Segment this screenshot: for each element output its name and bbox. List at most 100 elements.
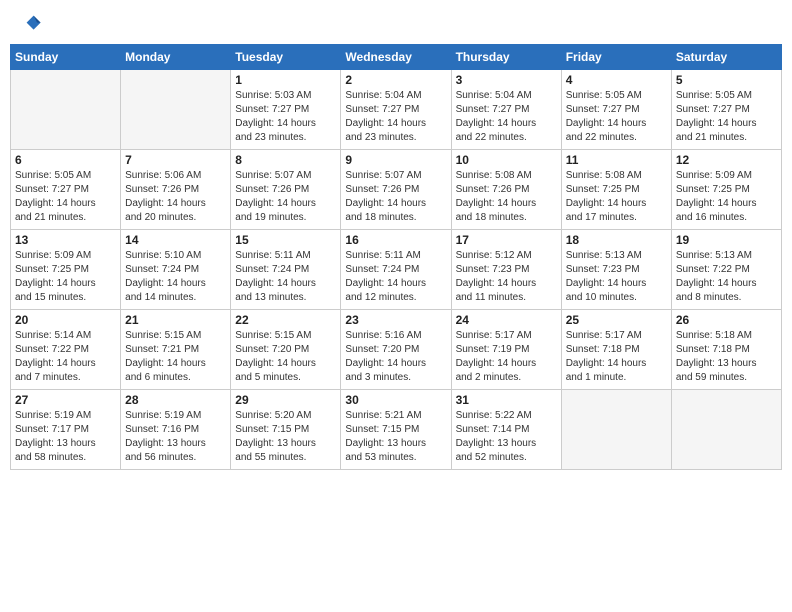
day-info: Sunrise: 5:16 AM Sunset: 7:20 PM Dayligh… <box>345 329 446 385</box>
calendar-cell: 13 Sunrise: 5:09 AM Sunset: 7:25 PM Dayli… <box>11 230 121 310</box>
day-number: 14 <box>125 233 226 247</box>
day-number: 9 <box>345 153 446 167</box>
day-info: Sunrise: 5:11 AM Sunset: 7:24 PM Dayligh… <box>235 249 336 305</box>
calendar-cell: 4Sunrise: 5:05 AM Sunset: 7:27 PM Daylig… <box>561 70 671 150</box>
day-number: 23 <box>345 313 446 327</box>
calendar-cell: 24 Sunrise: 5:17 AM Sunset: 7:19 PM Dayli… <box>451 310 561 390</box>
day-info: Sunrise: 5:04 AM Sunset: 7:27 PM Dayligh… <box>345 89 446 145</box>
logo-icon <box>14 10 42 38</box>
calendar-header-sunday: Sunday <box>11 45 121 70</box>
calendar-week-3: 13 Sunrise: 5:09 AM Sunset: 7:25 PM Dayli… <box>11 230 782 310</box>
calendar-cell: 31Sunrise: 5:22 AM Sunset: 7:14 PM Dayli… <box>451 390 561 470</box>
day-number: 19 <box>676 233 777 247</box>
calendar-cell: 22Sunrise: 5:15 AM Sunset: 7:20 PM Dayli… <box>231 310 341 390</box>
calendar-header-wednesday: Wednesday <box>341 45 451 70</box>
day-info: Sunrise: 5:08 AM Sunset: 7:25 PM Dayligh… <box>566 169 667 225</box>
calendar-week-5: 27 Sunrise: 5:19 AM Sunset: 7:17 PM Dayli… <box>11 390 782 470</box>
calendar-cell: 16 Sunrise: 5:11 AM Sunset: 7:24 PM Dayli… <box>341 230 451 310</box>
day-number: 24 <box>456 313 557 327</box>
calendar-cell: 6 Sunrise: 5:05 AM Sunset: 7:27 PM Daylig… <box>11 150 121 230</box>
day-number: 11 <box>566 153 667 167</box>
day-number: 2 <box>345 73 446 87</box>
day-info: Sunrise: 5:19 AM Sunset: 7:16 PM Dayligh… <box>125 409 226 465</box>
calendar-cell: 28 Sunrise: 5:19 AM Sunset: 7:16 PM Dayli… <box>121 390 231 470</box>
day-number: 17 <box>456 233 557 247</box>
day-number: 21 <box>125 313 226 327</box>
calendar-cell: 15 Sunrise: 5:11 AM Sunset: 7:24 PM Dayli… <box>231 230 341 310</box>
day-info: Sunrise: 5:21 AM Sunset: 7:15 PM Dayligh… <box>345 409 446 465</box>
day-info: Sunrise: 5:11 AM Sunset: 7:24 PM Dayligh… <box>345 249 446 305</box>
day-info: Sunrise: 5:15 AM Sunset: 7:21 PM Dayligh… <box>125 329 226 385</box>
day-number: 1 <box>235 73 336 87</box>
day-info: Sunrise: 5:12 AM Sunset: 7:23 PM Dayligh… <box>456 249 557 305</box>
day-number: 15 <box>235 233 336 247</box>
calendar-cell: 17 Sunrise: 5:12 AM Sunset: 7:23 PM Dayli… <box>451 230 561 310</box>
calendar-cell: 14 Sunrise: 5:10 AM Sunset: 7:24 PM Dayli… <box>121 230 231 310</box>
calendar-week-4: 20Sunrise: 5:14 AM Sunset: 7:22 PM Dayli… <box>11 310 782 390</box>
day-number: 18 <box>566 233 667 247</box>
calendar-cell <box>11 70 121 150</box>
calendar-cell: 30 Sunrise: 5:21 AM Sunset: 7:15 PM Dayli… <box>341 390 451 470</box>
calendar: SundayMondayTuesdayWednesdayThursdayFrid… <box>10 44 782 470</box>
calendar-cell: 20Sunrise: 5:14 AM Sunset: 7:22 PM Dayli… <box>11 310 121 390</box>
day-info: Sunrise: 5:05 AM Sunset: 7:27 PM Dayligh… <box>15 169 116 225</box>
day-info: Sunrise: 5:13 AM Sunset: 7:22 PM Dayligh… <box>676 249 777 305</box>
day-info: Sunrise: 5:08 AM Sunset: 7:26 PM Dayligh… <box>456 169 557 225</box>
calendar-cell: 18 Sunrise: 5:13 AM Sunset: 7:23 PM Dayli… <box>561 230 671 310</box>
day-number: 30 <box>345 393 446 407</box>
calendar-cell <box>121 70 231 150</box>
calendar-cell: 9 Sunrise: 5:07 AM Sunset: 7:26 PM Daylig… <box>341 150 451 230</box>
day-number: 12 <box>676 153 777 167</box>
day-number: 29 <box>235 393 336 407</box>
day-info: Sunrise: 5:22 AM Sunset: 7:14 PM Dayligh… <box>456 409 557 465</box>
day-number: 10 <box>456 153 557 167</box>
calendar-header-friday: Friday <box>561 45 671 70</box>
calendar-header-row: SundayMondayTuesdayWednesdayThursdayFrid… <box>11 45 782 70</box>
calendar-cell <box>671 390 781 470</box>
calendar-cell: 8 Sunrise: 5:07 AM Sunset: 7:26 PM Daylig… <box>231 150 341 230</box>
day-number: 3 <box>456 73 557 87</box>
day-info: Sunrise: 5:19 AM Sunset: 7:17 PM Dayligh… <box>15 409 116 465</box>
calendar-header-monday: Monday <box>121 45 231 70</box>
day-info: Sunrise: 5:17 AM Sunset: 7:18 PM Dayligh… <box>566 329 667 385</box>
calendar-week-2: 6 Sunrise: 5:05 AM Sunset: 7:27 PM Daylig… <box>11 150 782 230</box>
day-info: Sunrise: 5:03 AM Sunset: 7:27 PM Dayligh… <box>235 89 336 145</box>
calendar-cell: 5 Sunrise: 5:05 AM Sunset: 7:27 PM Daylig… <box>671 70 781 150</box>
day-info: Sunrise: 5:10 AM Sunset: 7:24 PM Dayligh… <box>125 249 226 305</box>
day-info: Sunrise: 5:13 AM Sunset: 7:23 PM Dayligh… <box>566 249 667 305</box>
calendar-cell: 26 Sunrise: 5:18 AM Sunset: 7:18 PM Dayli… <box>671 310 781 390</box>
day-number: 8 <box>235 153 336 167</box>
day-info: Sunrise: 5:15 AM Sunset: 7:20 PM Dayligh… <box>235 329 336 385</box>
day-number: 4 <box>566 73 667 87</box>
calendar-cell: 12 Sunrise: 5:09 AM Sunset: 7:25 PM Dayli… <box>671 150 781 230</box>
calendar-cell: 25Sunrise: 5:17 AM Sunset: 7:18 PM Dayli… <box>561 310 671 390</box>
calendar-header-thursday: Thursday <box>451 45 561 70</box>
day-number: 16 <box>345 233 446 247</box>
day-number: 20 <box>15 313 116 327</box>
calendar-cell: 2 Sunrise: 5:04 AM Sunset: 7:27 PM Daylig… <box>341 70 451 150</box>
calendar-cell: 1 Sunrise: 5:03 AM Sunset: 7:27 PM Daylig… <box>231 70 341 150</box>
day-info: Sunrise: 5:05 AM Sunset: 7:27 PM Dayligh… <box>676 89 777 145</box>
day-number: 26 <box>676 313 777 327</box>
calendar-cell: 7Sunrise: 5:06 AM Sunset: 7:26 PM Daylig… <box>121 150 231 230</box>
day-info: Sunrise: 5:09 AM Sunset: 7:25 PM Dayligh… <box>15 249 116 305</box>
day-info: Sunrise: 5:06 AM Sunset: 7:26 PM Dayligh… <box>125 169 226 225</box>
calendar-header-tuesday: Tuesday <box>231 45 341 70</box>
day-info: Sunrise: 5:09 AM Sunset: 7:25 PM Dayligh… <box>676 169 777 225</box>
day-info: Sunrise: 5:18 AM Sunset: 7:18 PM Dayligh… <box>676 329 777 385</box>
calendar-cell: 27 Sunrise: 5:19 AM Sunset: 7:17 PM Dayli… <box>11 390 121 470</box>
day-number: 28 <box>125 393 226 407</box>
calendar-cell: 3 Sunrise: 5:04 AM Sunset: 7:27 PM Daylig… <box>451 70 561 150</box>
day-number: 27 <box>15 393 116 407</box>
day-number: 13 <box>15 233 116 247</box>
day-number: 5 <box>676 73 777 87</box>
calendar-cell: 10 Sunrise: 5:08 AM Sunset: 7:26 PM Dayli… <box>451 150 561 230</box>
calendar-cell: 29Sunrise: 5:20 AM Sunset: 7:15 PM Dayli… <box>231 390 341 470</box>
calendar-cell: 19 Sunrise: 5:13 AM Sunset: 7:22 PM Dayli… <box>671 230 781 310</box>
calendar-cell: 11 Sunrise: 5:08 AM Sunset: 7:25 PM Dayli… <box>561 150 671 230</box>
day-info: Sunrise: 5:07 AM Sunset: 7:26 PM Dayligh… <box>345 169 446 225</box>
day-info: Sunrise: 5:17 AM Sunset: 7:19 PM Dayligh… <box>456 329 557 385</box>
day-number: 6 <box>15 153 116 167</box>
day-info: Sunrise: 5:04 AM Sunset: 7:27 PM Dayligh… <box>456 89 557 145</box>
day-info: Sunrise: 5:07 AM Sunset: 7:26 PM Dayligh… <box>235 169 336 225</box>
